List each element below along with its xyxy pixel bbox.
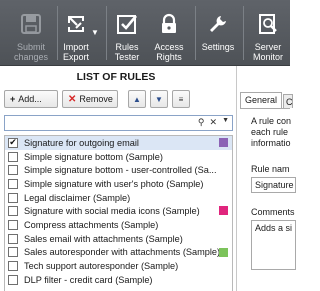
settings-label: Settings (201, 42, 235, 52)
rule-row[interactable]: ✔ Signature for outgoing email (5, 136, 232, 150)
rules-list: ✔ Signature for outgoing email Simple sign… (4, 135, 233, 291)
rules-actions-bar: + Add... ✕ Remove ▲ ▼ ≡ (4, 90, 190, 108)
rule-label: Legal disclaimer (Sample) (24, 192, 131, 203)
rule-label: Simple signature with user's photo (Samp… (24, 178, 204, 189)
rule-row[interactable]: Tech support autoresponder (Sample) (5, 259, 232, 273)
rule-name-label: Rule nam (251, 164, 290, 174)
settings-button[interactable]: Settings (198, 0, 238, 66)
remove-rule-label: Remove (79, 94, 113, 104)
plus-icon: + (10, 94, 16, 104)
move-down-button[interactable]: ▼ (150, 90, 168, 108)
checkmark-icon: ✔ (9, 137, 17, 148)
clear-search-icon[interactable]: ✕ (210, 117, 218, 128)
menu-icon: ≡ (178, 94, 184, 104)
save-icon (15, 8, 47, 40)
tab-strip-border (240, 108, 290, 109)
rules-tester-button[interactable]: Rules Tester (110, 0, 144, 66)
import-export-dropdown-icon[interactable]: ▼ (91, 28, 99, 37)
toolbar-separator (106, 6, 107, 60)
rule-label: Compress attachments (Sample) (24, 219, 159, 230)
comments-label: Comments (251, 207, 295, 217)
description-line: each rule (251, 127, 289, 137)
rule-label: DLP filter - credit card (Sample) (24, 274, 153, 285)
rule-row[interactable]: DLP filter - credit card (Sample) (5, 273, 232, 287)
rule-enabled-checkbox[interactable] (8, 206, 18, 217)
rule-row[interactable]: Sales autoresponder with attachments (Sa… (5, 246, 232, 260)
rule-color-marker (219, 138, 228, 147)
rule-enabled-checkbox[interactable] (8, 247, 18, 258)
add-rule-label: Add... (18, 94, 42, 104)
access-rights-label: Access Rights (154, 42, 184, 62)
move-up-button[interactable]: ▲ (128, 90, 146, 108)
tab-conditions[interactable]: C (283, 94, 293, 108)
chevron-down-icon: ▼ (155, 94, 163, 104)
submit-changes-label: Submit changes (13, 42, 49, 62)
more-options-button[interactable]: ≡ (172, 90, 190, 108)
rule-enabled-checkbox[interactable] (8, 274, 18, 285)
access-rights-button[interactable]: Access Rights (150, 0, 188, 66)
rule-enabled-checkbox[interactable]: ✔ (8, 137, 18, 148)
rule-row[interactable]: Sales email with attachments (Sample) (5, 232, 232, 246)
rule-color-marker (219, 206, 228, 216)
import-export-icon (60, 8, 92, 40)
panel-splitter[interactable] (236, 66, 237, 291)
rules-search-box: ⚲ ✕ ▼ (4, 115, 233, 131)
toolbar-separator (195, 6, 196, 60)
server-monitor-button[interactable]: Server Monitor (248, 0, 288, 66)
rule-row[interactable]: Simple signature bottom (Sample) (5, 150, 232, 164)
description-line: A rule con (251, 116, 292, 126)
rule-enabled-checkbox[interactable] (8, 165, 18, 176)
search-icon[interactable]: ⚲ (198, 117, 205, 128)
comments-textarea[interactable]: Adds a si (251, 220, 296, 270)
rule-enabled-checkbox[interactable] (8, 219, 18, 230)
rule-label: Tech support autoresponder (Sample) (24, 261, 179, 272)
rule-enabled-checkbox[interactable] (8, 233, 18, 244)
rules-search-input[interactable] (5, 116, 185, 130)
rule-enabled-checkbox[interactable] (8, 151, 18, 162)
rule-label: Signature with social media icons (Sampl… (24, 206, 200, 217)
wrench-icon (202, 8, 234, 40)
checkbox-tester-icon (111, 8, 143, 40)
rule-row[interactable]: Simple signature with user's photo (Samp… (5, 177, 232, 191)
rule-row[interactable]: Signature with social media icons (Sampl… (5, 204, 232, 218)
main-toolbar: Submit changes Import Export ▼ Rules Tes… (0, 0, 290, 66)
rule-label: Simple signature bottom - user-controlle… (24, 165, 217, 176)
rules-tester-label: Rules Tester (114, 42, 140, 62)
chevron-up-icon: ▲ (133, 94, 141, 104)
import-export-label: Import Export (62, 42, 89, 62)
lock-icon (153, 8, 185, 40)
rule-label: Sales email with attachments (Sample) (24, 233, 183, 244)
search-options-dropdown-icon[interactable]: ▼ (222, 117, 229, 128)
rule-label: Simple signature bottom (Sample) (24, 151, 163, 162)
rule-color-marker (219, 247, 228, 257)
rule-enabled-checkbox[interactable] (8, 192, 18, 203)
submit-changes-button[interactable]: Submit changes (9, 0, 53, 66)
server-monitor-label: Server Monitor (252, 42, 283, 62)
rule-enabled-checkbox[interactable] (8, 178, 18, 189)
toolbar-separator (243, 6, 244, 60)
x-icon: ✕ (68, 93, 77, 105)
toolbar-separator (57, 6, 58, 60)
server-monitor-icon (252, 8, 284, 40)
remove-rule-button[interactable]: ✕ Remove (62, 90, 118, 108)
tab-general[interactable]: General (240, 92, 283, 108)
rule-label: Signature for outgoing email (24, 137, 139, 148)
rule-row[interactable]: Compress attachments (Sample) (5, 218, 232, 232)
rule-name-input[interactable]: Signature (251, 177, 296, 193)
rule-row[interactable]: Legal disclaimer (Sample) (5, 191, 232, 205)
description-line: informatio (251, 138, 291, 148)
add-rule-button[interactable]: + Add... (4, 90, 58, 108)
import-export-button[interactable]: Import Export (60, 0, 92, 66)
list-of-rules-title: LIST OF RULES (76, 71, 156, 83)
rule-row[interactable]: Simple signature bottom - user-controlle… (5, 163, 232, 177)
rule-label: Sales autoresponder with attachments (Sa… (24, 247, 221, 258)
rule-enabled-checkbox[interactable] (8, 261, 18, 272)
